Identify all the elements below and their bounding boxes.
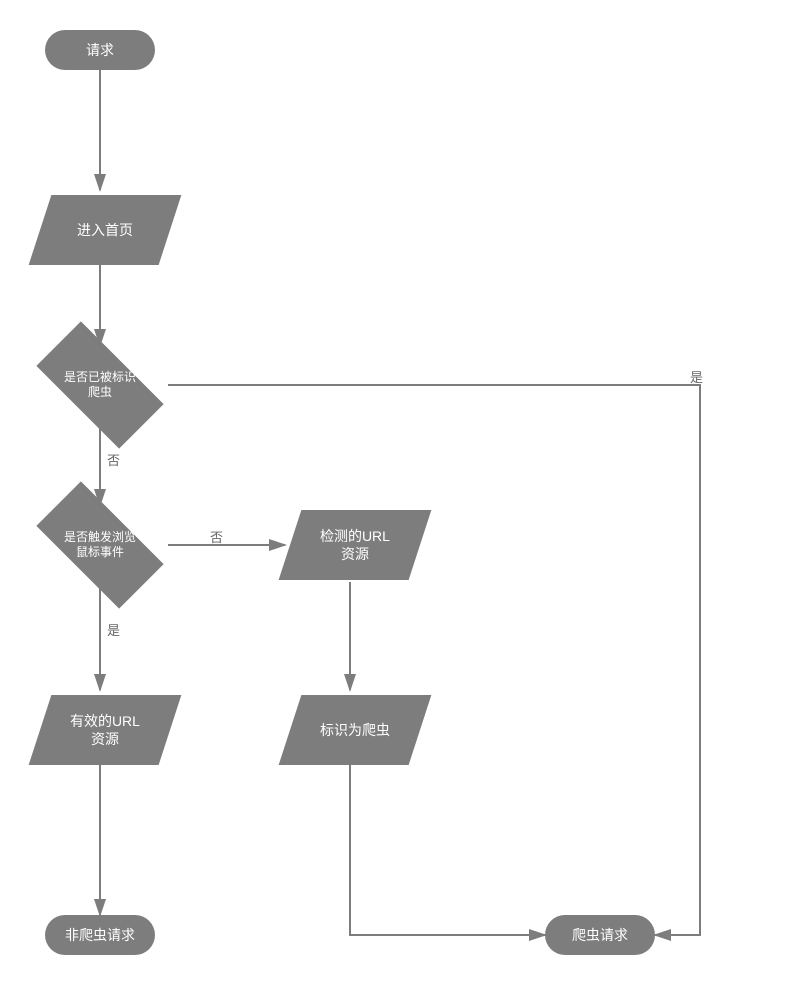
- edge-label-no-1: 否: [107, 450, 120, 469]
- decision-mouse-event-label: 是否触发浏览鼠标事件: [60, 530, 140, 560]
- edge-label-yes-1: 是: [690, 367, 703, 386]
- connectors-layer: [0, 0, 792, 1000]
- edge-label-yes-2: 是: [107, 620, 120, 639]
- decision-marked-crawler-label: 是否已被标识爬虫: [60, 370, 140, 400]
- edge-label-no-2: 否: [210, 527, 223, 546]
